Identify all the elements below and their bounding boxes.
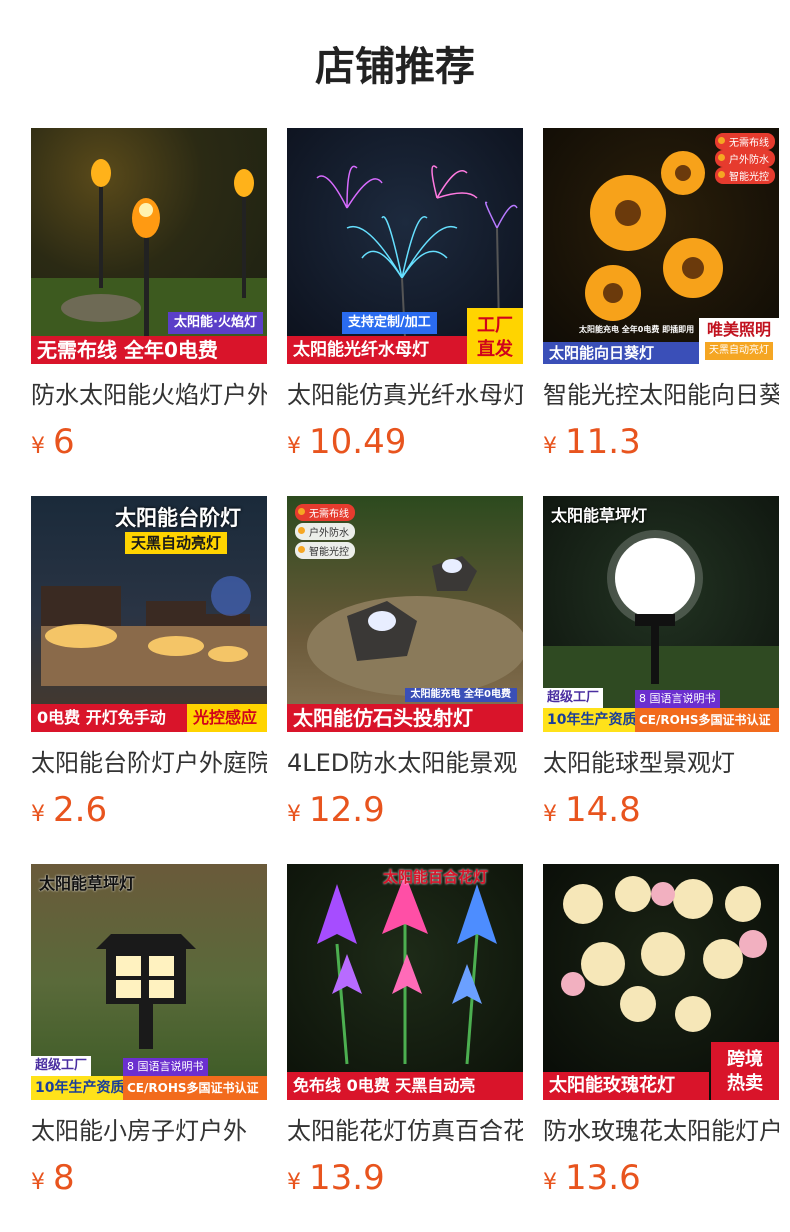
image-note: 太阳能充电 全年0电费 bbox=[404, 688, 517, 702]
product-name[interactable]: 太阳能仿真光纤水母灯 bbox=[287, 378, 523, 412]
cert-ce: CE/ROHS多国证书认证 bbox=[123, 1076, 267, 1100]
product-name[interactable]: 太阳能花灯仿真百合花 bbox=[287, 1114, 523, 1148]
product-price: ¥13.6 bbox=[543, 1154, 779, 1202]
corner-title: 唯美照明 bbox=[706, 320, 771, 339]
image-banner: 无需布线 全年0电费 bbox=[31, 336, 267, 364]
product-name[interactable]: 防水玫瑰花太阳能灯户 bbox=[543, 1114, 779, 1148]
image-banner: 太阳能仿石头投射灯 bbox=[287, 704, 523, 732]
price-value: 10.49 bbox=[309, 422, 407, 462]
image-note: 太阳能充电 全年0电费 即插即用 bbox=[579, 325, 695, 334]
cert-factory: 超级工厂 bbox=[31, 1056, 92, 1076]
image-banner: 0电费 开灯免手动 bbox=[31, 704, 187, 732]
product-name[interactable]: 太阳能球型景观灯 bbox=[543, 746, 779, 780]
cert-years: 10年生产资质 bbox=[543, 708, 641, 732]
product-name[interactable]: 4LED防水太阳能景观 bbox=[287, 746, 523, 780]
image-banner: 太阳能玫瑰花灯 bbox=[543, 1072, 709, 1100]
currency-symbol: ¥ bbox=[31, 434, 45, 459]
product-image: 太阳能玫瑰花灯 跨境热卖 bbox=[543, 864, 779, 1100]
feature-pill: 无需布线 bbox=[295, 504, 355, 521]
product-price: ¥10.49 bbox=[287, 418, 523, 466]
product-card[interactable]: 无需布线 户外防水 智能光控 太阳能充电 全年0电费 即插即用 太阳能向日葵灯 … bbox=[543, 128, 779, 496]
lily-light-illustration bbox=[317, 874, 497, 1065]
cert-factory: 超级工厂 bbox=[543, 688, 604, 708]
image-tag: 太阳能·火焰灯 bbox=[168, 312, 263, 334]
product-card[interactable]: 太阳能·火焰灯 无需布线 全年0电费 防水太阳能火焰灯户外 ¥6 bbox=[31, 128, 267, 496]
image-subtitle: 天黑自动亮灯 bbox=[125, 532, 228, 554]
image-title: 太阳能百合花灯 bbox=[383, 868, 489, 886]
product-image: 无需布线 户外防水 智能光控 太阳能充电 全年0电费 即插即用 太阳能向日葵灯 … bbox=[543, 128, 779, 364]
product-image: 太阳能台阶灯 天黑自动亮灯 0电费 开灯免手动 光控感应 bbox=[31, 496, 267, 732]
image-title: 太阳能草坪灯 bbox=[39, 874, 136, 893]
image-banner-right: 光控感应 bbox=[187, 704, 267, 732]
image-title: 太阳能草坪灯 bbox=[551, 506, 648, 525]
currency-symbol: ¥ bbox=[543, 434, 557, 459]
product-card[interactable]: 无需布线 户外防水 智能光控 太阳能充电 全年0电费 太阳能仿石头投射灯 4LE… bbox=[287, 496, 523, 864]
product-image: 支持定制/加工 太阳能光纤水母灯 工厂直发 bbox=[287, 128, 523, 364]
feature-pill: 户外防水 bbox=[715, 150, 775, 167]
feature-pill: 智能光控 bbox=[295, 542, 355, 559]
product-card[interactable]: 太阳能玫瑰花灯 跨境热卖 防水玫瑰花太阳能灯户 ¥13.6 bbox=[543, 864, 779, 1232]
currency-symbol: ¥ bbox=[543, 1170, 557, 1195]
product-name[interactable]: 智能光控太阳能向日葵 bbox=[543, 378, 779, 412]
corner-badge: 跨境热卖 bbox=[711, 1042, 779, 1100]
product-card[interactable]: 太阳能草坪灯 超级工厂 10年生产资质 8 国语言说明书 CE/ROHS多国证书… bbox=[543, 496, 779, 864]
image-title: 太阳能台阶灯 bbox=[115, 506, 241, 530]
product-price: ¥6 bbox=[31, 418, 267, 466]
product-price: ¥13.9 bbox=[287, 1154, 523, 1202]
price-value: 12.9 bbox=[309, 790, 385, 830]
product-name[interactable]: 防水太阳能火焰灯户外 bbox=[31, 378, 267, 412]
product-name[interactable]: 太阳能台阶灯户外庭院 bbox=[31, 746, 267, 780]
feature-pill: 智能光控 bbox=[715, 167, 775, 184]
image-banner: 免布线 0电费 天黑自动亮 bbox=[287, 1072, 523, 1100]
product-image: 太阳能·火焰灯 无需布线 全年0电费 bbox=[31, 128, 267, 364]
currency-symbol: ¥ bbox=[31, 1170, 45, 1195]
product-image: 太阳能草坪灯 超级工厂 10年生产资质 8 国语言说明书 CE/ROHS多国证书… bbox=[543, 496, 779, 732]
product-card[interactable]: 太阳能百合花灯 免布线 0电费 天黑自动亮 太阳能花灯仿真百合花 ¥13.9 bbox=[287, 864, 523, 1232]
image-tag: 支持定制/加工 bbox=[342, 312, 437, 334]
feature-pill: 无需布线 bbox=[715, 133, 775, 150]
price-value: 13.6 bbox=[565, 1158, 641, 1198]
product-image: 无需布线 户外防水 智能光控 太阳能充电 全年0电费 太阳能仿石头投射灯 bbox=[287, 496, 523, 732]
price-value: 13.9 bbox=[309, 1158, 385, 1198]
product-price: ¥2.6 bbox=[31, 786, 267, 834]
image-banner: 太阳能向日葵灯 bbox=[543, 342, 699, 364]
product-price: ¥11.3 bbox=[543, 418, 779, 466]
cert-years: 10年生产资质 bbox=[31, 1076, 129, 1100]
currency-symbol: ¥ bbox=[543, 802, 557, 827]
product-card[interactable]: 支持定制/加工 太阳能光纤水母灯 工厂直发 太阳能仿真光纤水母灯 ¥10.49 bbox=[287, 128, 523, 496]
product-name[interactable]: 太阳能小房子灯户外 bbox=[31, 1114, 267, 1148]
product-image: 太阳能百合花灯 免布线 0电费 天黑自动亮 bbox=[287, 864, 523, 1100]
price-value: 11.3 bbox=[565, 422, 641, 462]
corner-subtitle: 天黑自动亮灯 bbox=[705, 342, 773, 360]
product-card[interactable]: 太阳能草坪灯 超级工厂 10年生产资质 8 国语言说明书 CE/ROHS多国证书… bbox=[31, 864, 267, 1232]
price-value: 2.6 bbox=[53, 790, 108, 830]
currency-symbol: ¥ bbox=[287, 802, 301, 827]
product-image: 太阳能草坪灯 超级工厂 10年生产资质 8 国语言说明书 CE/ROHS多国证书… bbox=[31, 864, 267, 1100]
page-title: 店铺推荐 bbox=[315, 44, 475, 90]
currency-symbol: ¥ bbox=[287, 434, 301, 459]
cert-language: 8 国语言说明书 bbox=[635, 690, 720, 708]
feature-pill: 户外防水 bbox=[295, 523, 355, 540]
product-grid: 太阳能·火焰灯 无需布线 全年0电费 防水太阳能火焰灯户外 ¥6 支持定制/加工… bbox=[31, 128, 779, 1232]
product-price: ¥14.8 bbox=[543, 786, 779, 834]
corner-badge: 工厂直发 bbox=[467, 308, 523, 364]
price-value: 6 bbox=[53, 422, 75, 462]
currency-symbol: ¥ bbox=[31, 802, 45, 827]
corner-badge: 唯美照明 天黑自动亮灯 bbox=[699, 318, 779, 364]
image-banner: 太阳能光纤水母灯 bbox=[287, 336, 467, 364]
product-price: ¥8 bbox=[31, 1154, 267, 1202]
cert-ce: CE/ROHS多国证书认证 bbox=[635, 708, 779, 732]
product-price: ¥12.9 bbox=[287, 786, 523, 834]
currency-symbol: ¥ bbox=[287, 1170, 301, 1195]
cert-language: 8 国语言说明书 bbox=[123, 1058, 208, 1076]
product-card[interactable]: 太阳能台阶灯 天黑自动亮灯 0电费 开灯免手动 光控感应 太阳能台阶灯户外庭院 … bbox=[31, 496, 267, 864]
price-value: 8 bbox=[53, 1158, 75, 1198]
price-value: 14.8 bbox=[565, 790, 641, 830]
